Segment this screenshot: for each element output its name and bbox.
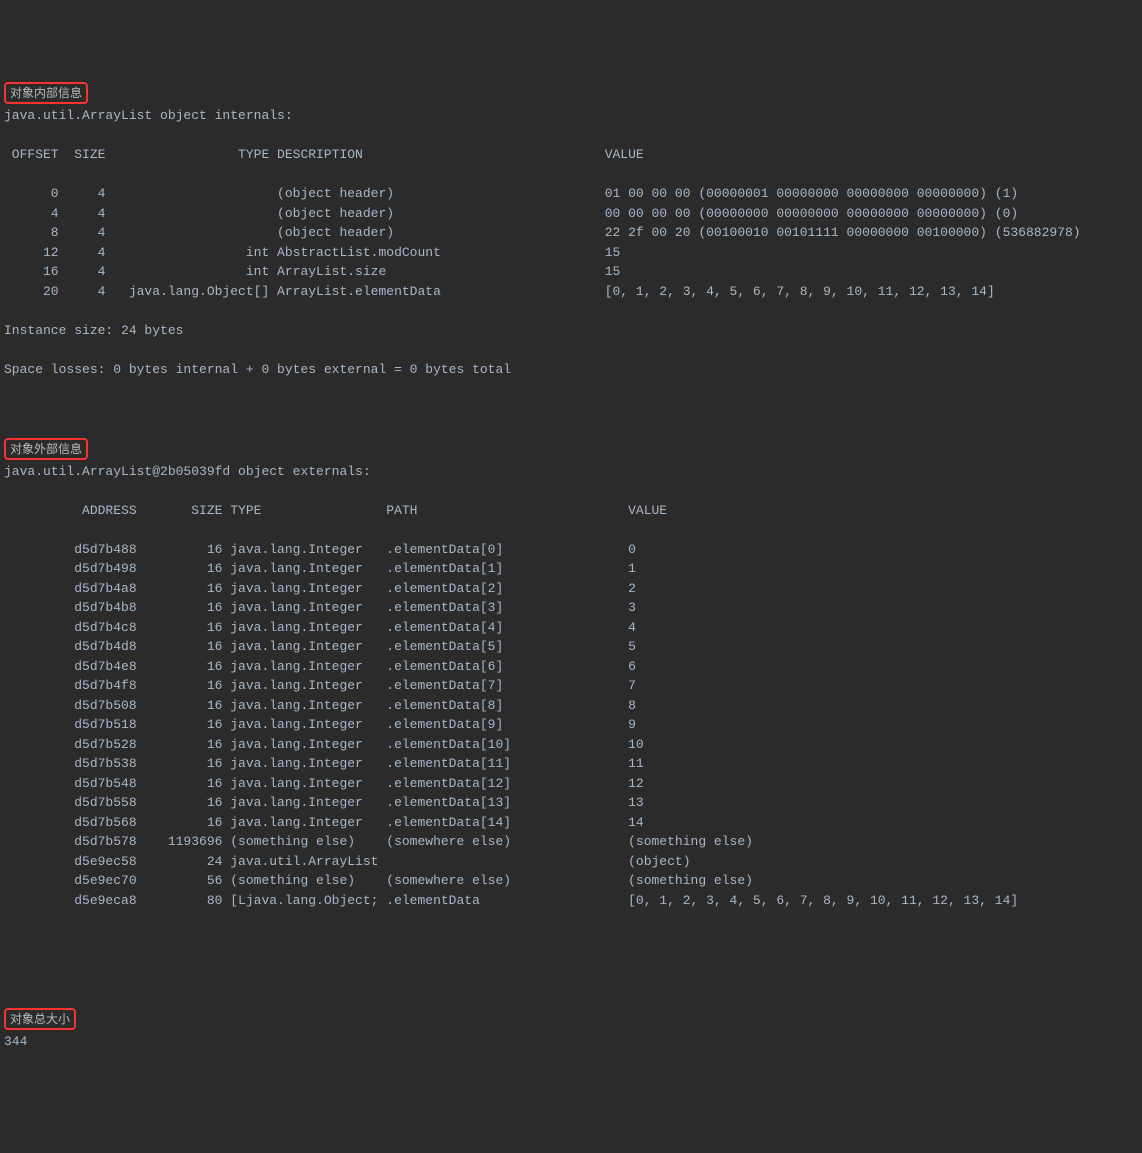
externals-row: d5d7b4f8 16 java.lang.Integer .elementDa… — [4, 676, 1138, 696]
externals-rows: d5d7b488 16 java.lang.Integer .elementDa… — [4, 540, 1138, 911]
externals-row: d5d7b4c8 16 java.lang.Integer .elementDa… — [4, 618, 1138, 638]
internals-row: 8 4 (object header) 22 2f 00 20 (0010001… — [4, 223, 1138, 243]
externals-row: d5d7b518 16 java.lang.Integer .elementDa… — [4, 715, 1138, 735]
section-label-totalsize: 对象总大小 — [4, 1008, 76, 1030]
externals-columns: ADDRESS SIZE TYPE PATH VALUE — [4, 501, 1138, 521]
total-size-value: 344 — [4, 1032, 1138, 1052]
internals-row: 4 4 (object header) 00 00 00 00 (0000000… — [4, 204, 1138, 224]
externals-row: d5d7b568 16 java.lang.Integer .elementDa… — [4, 813, 1138, 833]
externals-header: java.util.ArrayList@2b05039fd object ext… — [4, 462, 1138, 482]
externals-row: d5e9eca8 80 [Ljava.lang.Object; .element… — [4, 891, 1138, 911]
externals-row: d5e9ec58 24 java.util.ArrayList (object) — [4, 852, 1138, 872]
internals-rows: 0 4 (object header) 01 00 00 00 (0000000… — [4, 184, 1138, 301]
externals-row: d5e9ec70 56 (something else) (somewhere … — [4, 871, 1138, 891]
section-label-internals: 对象内部信息 — [4, 82, 88, 104]
internals-columns: OFFSET SIZE TYPE DESCRIPTION VALUE — [4, 145, 1138, 165]
externals-row: d5d7b498 16 java.lang.Integer .elementDa… — [4, 559, 1138, 579]
externals-row: d5d7b488 16 java.lang.Integer .elementDa… — [4, 540, 1138, 560]
internals-row: 12 4 int AbstractList.modCount 15 — [4, 243, 1138, 263]
internals-row: 16 4 int ArrayList.size 15 — [4, 262, 1138, 282]
instance-size: Instance size: 24 bytes — [4, 321, 1138, 341]
externals-row: d5d7b538 16 java.lang.Integer .elementDa… — [4, 754, 1138, 774]
section-label-externals: 对象外部信息 — [4, 438, 88, 460]
internals-header: java.util.ArrayList object internals: — [4, 106, 1138, 126]
blank-line — [4, 930, 1138, 950]
externals-row: d5d7b528 16 java.lang.Integer .elementDa… — [4, 735, 1138, 755]
internals-row: 20 4 java.lang.Object[] ArrayList.elemen… — [4, 282, 1138, 302]
externals-row: d5d7b4d8 16 java.lang.Integer .elementDa… — [4, 637, 1138, 657]
blank-line — [4, 399, 1138, 419]
internals-row: 0 4 (object header) 01 00 00 00 (0000000… — [4, 184, 1138, 204]
externals-row: d5d7b548 16 java.lang.Integer .elementDa… — [4, 774, 1138, 794]
externals-row: d5d7b508 16 java.lang.Integer .elementDa… — [4, 696, 1138, 716]
externals-row: d5d7b4e8 16 java.lang.Integer .elementDa… — [4, 657, 1138, 677]
space-losses: Space losses: 0 bytes internal + 0 bytes… — [4, 360, 1138, 380]
externals-row: d5d7b578 1193696 (something else) (somew… — [4, 832, 1138, 852]
externals-row: d5d7b4a8 16 java.lang.Integer .elementDa… — [4, 579, 1138, 599]
externals-row: d5d7b558 16 java.lang.Integer .elementDa… — [4, 793, 1138, 813]
blank-line — [4, 969, 1138, 989]
externals-row: d5d7b4b8 16 java.lang.Integer .elementDa… — [4, 598, 1138, 618]
